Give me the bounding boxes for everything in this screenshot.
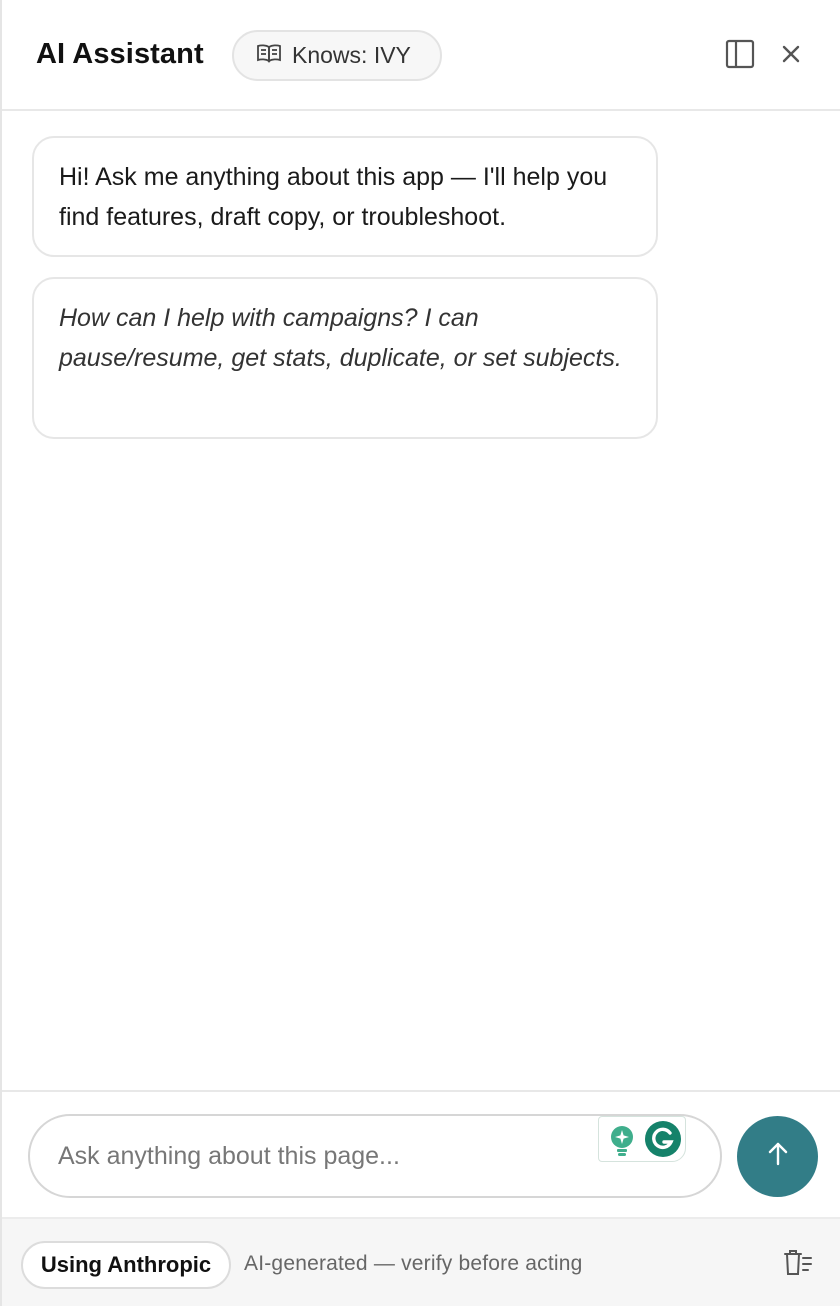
composer xyxy=(2,1090,840,1217)
knows-label: Knows: IVY xyxy=(292,42,411,68)
book-open-icon xyxy=(256,42,292,69)
ai-disclaimer: AI-generated — verify before acting xyxy=(244,1252,583,1275)
panel-title: AI Assistant xyxy=(36,38,204,70)
panel-footer: Using Anthropic AI-generated — verify be… xyxy=(2,1217,840,1306)
toggle-sidebar-button[interactable] xyxy=(722,38,758,74)
sidebar-panel-icon xyxy=(724,38,756,75)
arrow-up-icon xyxy=(766,1141,790,1172)
trash-list-icon xyxy=(782,1249,814,1282)
close-icon xyxy=(780,43,802,70)
chat-input-wrapper[interactable] xyxy=(28,1114,722,1198)
send-button[interactable] xyxy=(737,1116,818,1197)
writing-extension-badge[interactable] xyxy=(598,1116,686,1162)
close-button[interactable] xyxy=(773,38,809,74)
assistant-message: Hi! Ask me anything about this app — I'l… xyxy=(32,136,658,257)
message-list: Hi! Ask me anything about this app — I'l… xyxy=(2,111,840,1090)
clear-chat-button[interactable] xyxy=(780,1249,816,1281)
lightbulb-sparkle-icon[interactable] xyxy=(609,1125,635,1162)
grammarly-icon[interactable] xyxy=(645,1121,681,1157)
provider-selector[interactable]: Using Anthropic xyxy=(21,1241,231,1289)
chat-input[interactable] xyxy=(58,1136,618,1176)
knows-context-chip[interactable]: Knows: IVY xyxy=(232,30,442,81)
panel-header: AI Assistant Knows: IVY xyxy=(2,0,840,111)
assistant-message: How can I help with campaigns? I can pau… xyxy=(32,277,658,439)
assistant-panel: AI Assistant Knows: IVY Hi! Ask me anyth… xyxy=(0,0,840,1306)
